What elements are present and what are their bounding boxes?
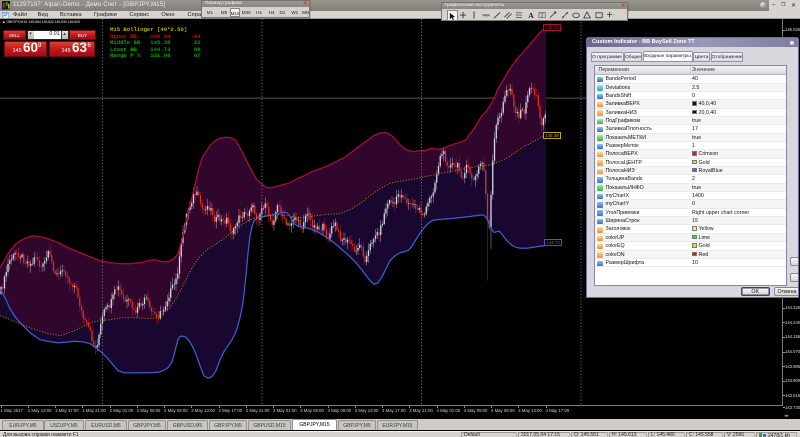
svg-text:T: T [540,13,544,19]
svg-text:A: A [528,11,534,20]
